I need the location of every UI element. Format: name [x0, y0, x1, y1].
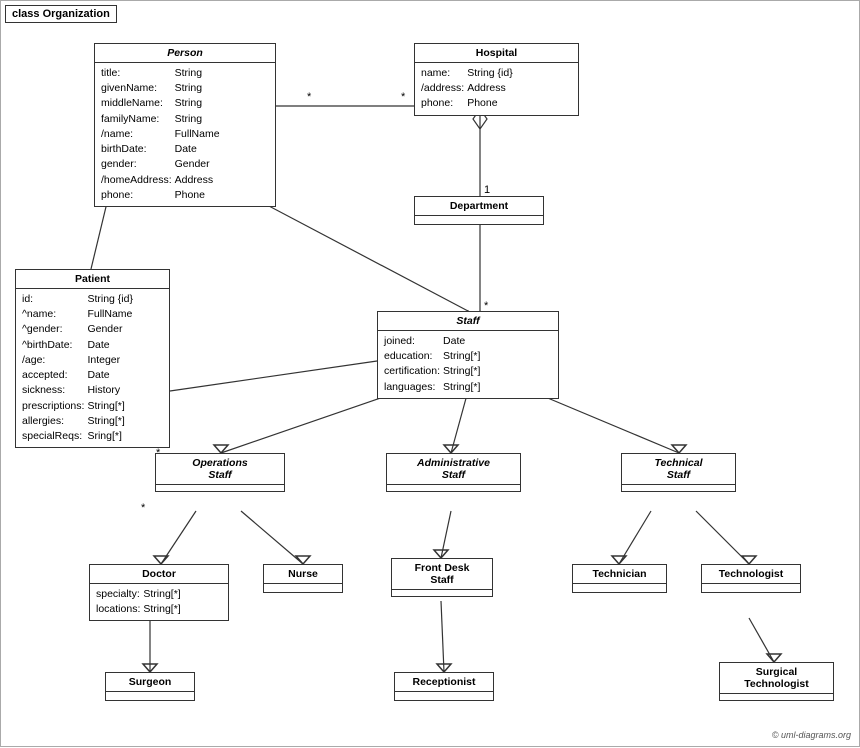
svg-text:*: * — [401, 91, 406, 103]
class-patient-attrs: id:String {id} ^name:FullName ^gender:Ge… — [16, 289, 169, 447]
class-doctor-title: Doctor — [90, 565, 228, 584]
copyright: © uml-diagrams.org — [772, 730, 851, 740]
class-technician: Technician — [572, 564, 667, 593]
class-receptionist-attrs — [395, 692, 493, 700]
class-operations-staff-attrs — [156, 485, 284, 491]
class-technical-staff-title: Technical Staff — [622, 454, 735, 485]
class-department-attrs — [415, 216, 543, 224]
class-nurse-attrs — [264, 584, 342, 592]
class-administrative-staff-attrs — [387, 485, 520, 491]
class-surgical-technologist-title: Surgical Technologist — [720, 663, 833, 694]
class-surgical-technologist: Surgical Technologist — [719, 662, 834, 701]
class-surgeon-title: Surgeon — [106, 673, 194, 692]
class-front-desk-staff-attrs — [392, 590, 492, 596]
class-nurse-title: Nurse — [264, 565, 342, 584]
uml-diagram: class Organization — [0, 0, 860, 747]
class-doctor-attrs: specialty:String[*] locations:String[*] — [90, 584, 228, 620]
svg-text:1: 1 — [484, 184, 490, 196]
class-technician-attrs — [573, 584, 666, 592]
class-receptionist: Receptionist — [394, 672, 494, 701]
class-person-title: Person — [95, 44, 275, 63]
class-staff-attrs: joined:Date education:String[*] certific… — [378, 331, 558, 398]
class-staff-title: Staff — [378, 312, 558, 331]
class-hospital-attrs: name:String {id} /address:Address phone:… — [415, 63, 578, 115]
class-doctor: Doctor specialty:String[*] locations:Str… — [89, 564, 229, 621]
class-person: Person title:String givenName:String mid… — [94, 43, 276, 207]
class-surgeon: Surgeon — [105, 672, 195, 701]
class-technical-staff: Technical Staff — [621, 453, 736, 492]
class-technical-staff-attrs — [622, 485, 735, 491]
class-department: Department — [414, 196, 544, 225]
svg-text:*: * — [307, 91, 312, 103]
class-person-attrs: title:String givenName:String middleName… — [95, 63, 275, 206]
class-nurse: Nurse — [263, 564, 343, 593]
class-department-title: Department — [415, 197, 543, 216]
frame-label: class Organization — [5, 5, 117, 23]
class-technician-title: Technician — [573, 565, 666, 584]
class-operations-staff-title: Operations Staff — [156, 454, 284, 485]
class-hospital-title: Hospital — [415, 44, 578, 63]
class-technologist: Technologist — [701, 564, 801, 593]
class-administrative-staff-title: Administrative Staff — [387, 454, 520, 485]
class-operations-staff: Operations Staff — [155, 453, 285, 492]
class-patient: Patient id:String {id} ^name:FullName ^g… — [15, 269, 170, 448]
class-hospital: Hospital name:String {id} /address:Addre… — [414, 43, 579, 116]
class-technologist-attrs — [702, 584, 800, 592]
class-surgical-technologist-attrs — [720, 694, 833, 700]
svg-text:*: * — [141, 502, 146, 514]
class-patient-title: Patient — [16, 270, 169, 289]
class-front-desk-staff-title: Front Desk Staff — [392, 559, 492, 590]
class-surgeon-attrs — [106, 692, 194, 700]
class-technologist-title: Technologist — [702, 565, 800, 584]
class-receptionist-title: Receptionist — [395, 673, 493, 692]
class-front-desk-staff: Front Desk Staff — [391, 558, 493, 597]
class-staff: Staff joined:Date education:String[*] ce… — [377, 311, 559, 399]
class-administrative-staff: Administrative Staff — [386, 453, 521, 492]
